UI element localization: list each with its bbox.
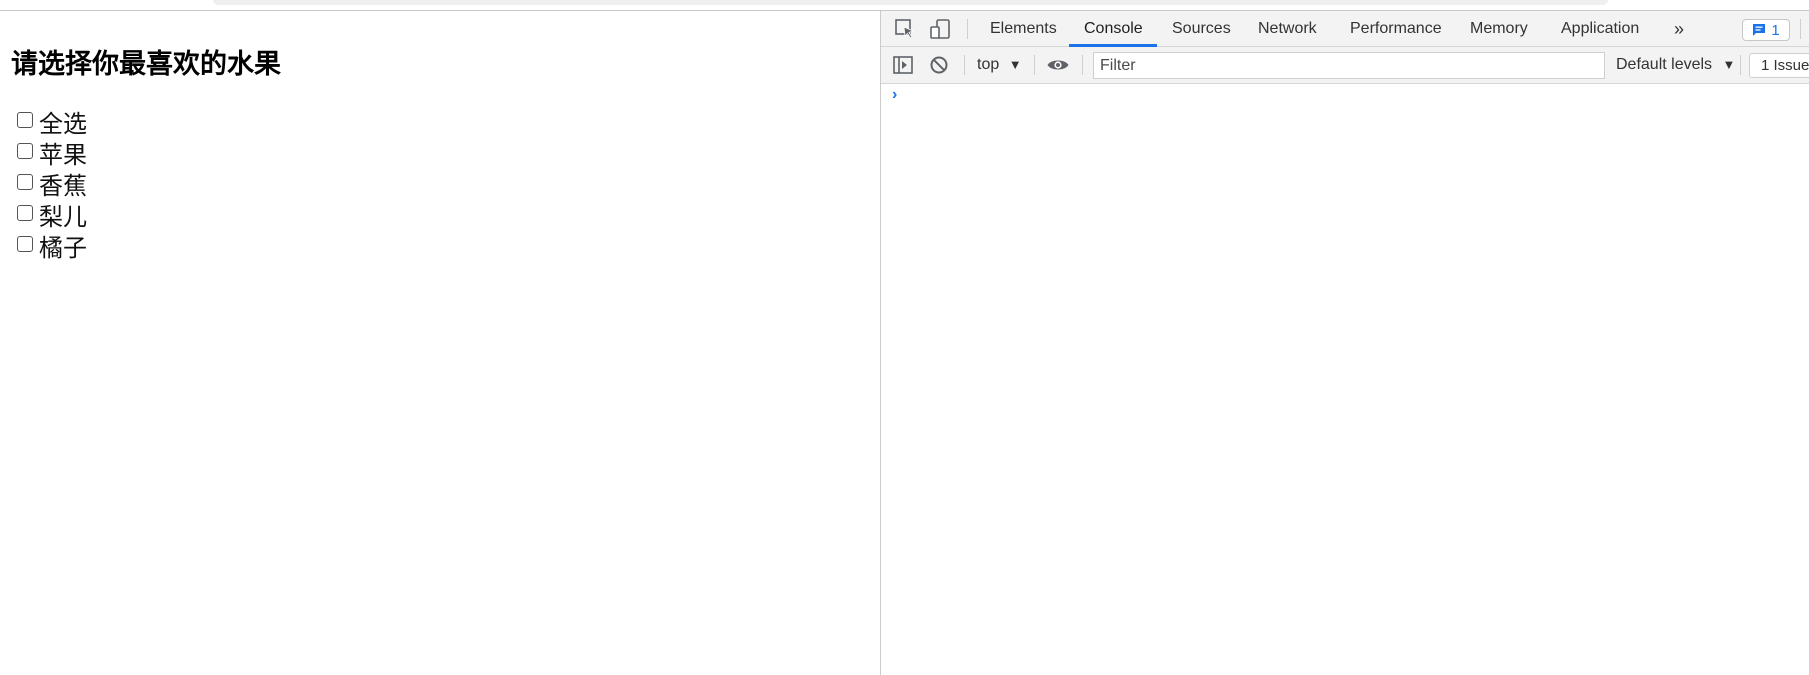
levels-label: Default levels xyxy=(1616,56,1713,73)
checkbox-label: 香蕉 xyxy=(39,172,87,200)
live-expression-eye-icon[interactable] xyxy=(1044,51,1072,79)
tab-memory[interactable]: Memory xyxy=(1470,11,1528,47)
inspect-element-icon[interactable] xyxy=(891,15,919,43)
tab-application[interactable]: Application xyxy=(1561,11,1639,47)
context-value: top xyxy=(977,56,1000,73)
divider xyxy=(1034,55,1035,75)
clear-console-icon[interactable] xyxy=(925,51,953,79)
console-toolbar: top ▼ Default levels ▼ 1 Issue xyxy=(881,47,1809,84)
devtools-panel: Elements Console Sources Network Perform… xyxy=(880,11,1809,675)
message-icon xyxy=(1753,24,1766,36)
issues-button[interactable]: 1 Issue xyxy=(1749,53,1809,78)
dropdown-arrow-icon: ▼ xyxy=(1722,57,1736,72)
divider xyxy=(1800,19,1801,39)
screen: 请选择你最喜欢的水果 全选 苹果 香蕉 梨儿 橘子 Elements Conso… xyxy=(0,0,1809,675)
divider xyxy=(1740,55,1741,75)
tab-network[interactable]: Network xyxy=(1258,11,1317,47)
web-page: 请选择你最喜欢的水果 全选 苹果 香蕉 梨儿 橘子 xyxy=(0,11,880,675)
tab-performance[interactable]: Performance xyxy=(1350,11,1442,47)
page-heading: 请选择你最喜欢的水果 xyxy=(11,49,281,80)
tab-elements[interactable]: Elements xyxy=(990,11,1057,47)
filter-input[interactable] xyxy=(1093,52,1605,79)
checkbox-label: 橘子 xyxy=(39,234,87,262)
fruit-checkbox-list: 全选 苹果 香蕉 梨儿 橘子 xyxy=(17,106,87,262)
context-selector[interactable]: top ▼ xyxy=(977,47,1022,83)
tab-console[interactable]: Console xyxy=(1084,11,1143,47)
divider xyxy=(1082,55,1083,75)
checkbox-row-orange: 橘子 xyxy=(17,230,87,262)
divider xyxy=(964,55,965,75)
select-all-checkbox[interactable] xyxy=(17,111,33,128)
issues-count: 1 xyxy=(1771,21,1780,39)
device-toolbar-icon[interactable] xyxy=(926,15,954,43)
divider xyxy=(967,19,968,39)
browser-top-strip xyxy=(0,0,1809,11)
banana-checkbox[interactable] xyxy=(17,173,33,190)
log-levels-dropdown[interactable]: Default levels ▼ xyxy=(1616,47,1735,83)
devtools-tab-bar: Elements Console Sources Network Perform… xyxy=(881,11,1809,47)
checkbox-label: 梨儿 xyxy=(39,203,87,231)
apple-checkbox[interactable] xyxy=(17,142,33,159)
issues-counter-badge[interactable]: 1 xyxy=(1742,19,1790,41)
console-prompt-chevron-icon[interactable]: › xyxy=(892,86,897,104)
console-output[interactable]: › xyxy=(881,84,1809,675)
more-tabs-chevron-icon[interactable]: » xyxy=(1674,11,1684,47)
dropdown-arrow-icon: ▼ xyxy=(1008,57,1022,72)
checkbox-row-apple: 苹果 xyxy=(17,137,87,169)
pear-checkbox[interactable] xyxy=(17,204,33,221)
tab-sources[interactable]: Sources xyxy=(1172,11,1231,47)
checkbox-row-banana: 香蕉 xyxy=(17,168,87,200)
show-sidebar-icon[interactable] xyxy=(889,51,917,79)
orange-checkbox[interactable] xyxy=(17,235,33,252)
checkbox-row-select-all: 全选 xyxy=(17,106,87,138)
checkbox-label: 苹果 xyxy=(39,141,87,169)
checkbox-label: 全选 xyxy=(39,110,87,138)
checkbox-row-pear: 梨儿 xyxy=(17,199,87,231)
address-bar-edge xyxy=(213,0,1608,5)
